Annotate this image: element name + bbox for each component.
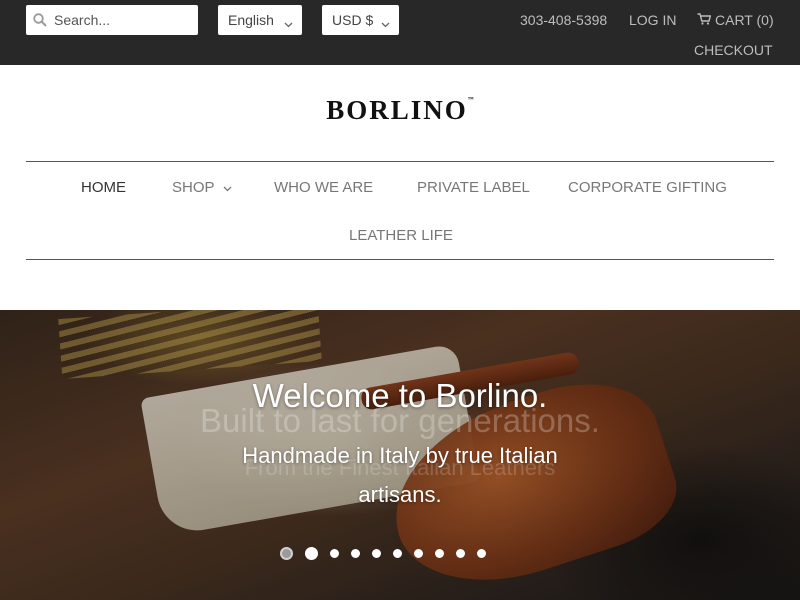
cart-icon — [697, 12, 712, 28]
login-link[interactable]: LOG IN — [629, 12, 676, 28]
nav-item-who-we-are[interactable]: WHO WE ARE — [274, 179, 373, 196]
logo-trademark: ™ — [467, 97, 474, 103]
slide-dot[interactable] — [477, 549, 486, 558]
chevron-down-icon — [223, 179, 232, 196]
hero-subtitle: Handmade in Italy by true Italian artisa… — [242, 443, 558, 507]
search-input[interactable] — [54, 7, 190, 33]
slide-dot[interactable] — [351, 549, 360, 558]
language-selected-value: English — [228, 12, 274, 28]
language-select[interactable]: English — [218, 5, 302, 35]
nav-divider-top — [26, 161, 774, 162]
currency-selected-value: USD $ — [332, 12, 374, 28]
chevron-down-icon — [284, 15, 293, 31]
top-bar: English USD $ 303-408-5398 LOG IN CART (… — [0, 0, 800, 65]
slide-dot[interactable] — [330, 549, 339, 558]
slide-dot[interactable] — [435, 549, 444, 558]
search-icon[interactable] — [26, 5, 54, 35]
slide-dot[interactable] — [456, 549, 465, 558]
phone-link[interactable]: 303-408-5398 — [520, 12, 607, 28]
nav-item-leather-life[interactable]: LEATHER LIFE — [349, 227, 453, 244]
slide-pagination — [280, 547, 486, 560]
slide-dot[interactable] — [393, 549, 402, 558]
nav-item-shop-label: SHOP — [172, 179, 215, 196]
slide-dot[interactable] — [414, 549, 423, 558]
hero-slideshow[interactable]: Built to last for generations. From the … — [0, 310, 800, 600]
nav-item-home[interactable]: HOME — [81, 179, 126, 196]
slide-dot[interactable] — [305, 547, 318, 560]
slide-dot[interactable] — [372, 549, 381, 558]
site-logo[interactable]: BORLINO™ — [0, 95, 800, 126]
chevron-down-icon — [381, 15, 390, 31]
nav-item-shop[interactable]: SHOP — [172, 179, 232, 196]
checkout-link[interactable]: CHECKOUT — [694, 42, 773, 58]
cart-link[interactable]: CART (0) — [697, 12, 774, 28]
cart-label: CART (0) — [715, 12, 774, 28]
currency-select[interactable]: USD $ — [322, 5, 399, 35]
nav-divider-bottom — [26, 259, 774, 260]
search-box[interactable] — [26, 5, 198, 35]
nav-item-corporate-gifting[interactable]: CORPORATE GIFTING — [568, 179, 727, 196]
slide-dot[interactable] — [280, 547, 293, 560]
logo-text: BORLINO — [326, 95, 468, 125]
hero-title: Welcome to Borlino. — [252, 377, 548, 414]
nav-item-private-label[interactable]: PRIVATE LABEL — [417, 179, 530, 196]
